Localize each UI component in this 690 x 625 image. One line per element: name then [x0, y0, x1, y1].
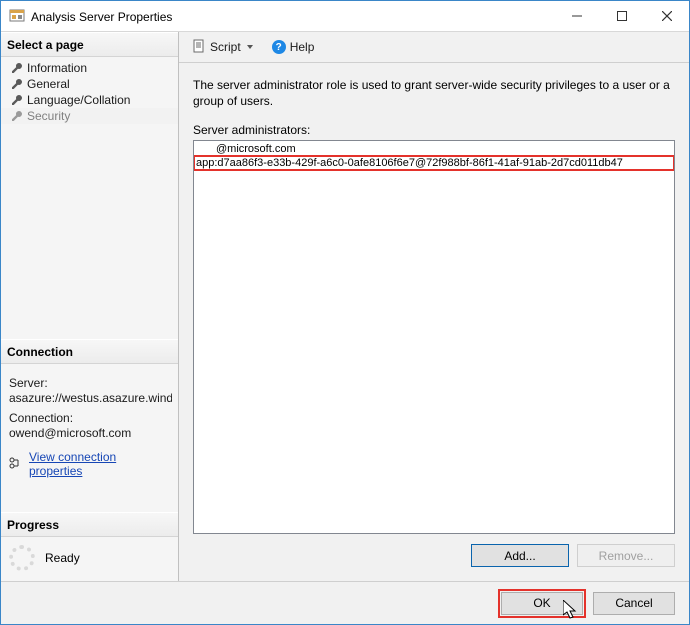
progress-status: Ready: [45, 551, 80, 565]
app-icon: [9, 8, 25, 24]
titlebar: Analysis Server Properties: [1, 1, 689, 32]
page-item-information[interactable]: Information: [1, 60, 178, 76]
right-pane: Script ? Help The server administrator r…: [179, 32, 689, 581]
page-item-label: Language/Collation: [27, 93, 130, 107]
left-pane: Select a page Information General Langua…: [1, 32, 179, 581]
help-label: Help: [290, 40, 315, 54]
help-button[interactable]: ? Help: [268, 38, 319, 56]
wrench-icon: [11, 62, 23, 74]
script-button[interactable]: Script: [187, 36, 258, 59]
dialog-window: Analysis Server Properties Select a page…: [0, 0, 690, 625]
page-item-label: General: [27, 77, 70, 91]
server-label: Server:: [9, 376, 172, 390]
view-connection-properties-link[interactable]: View connection properties: [29, 450, 172, 478]
page-item-general[interactable]: General: [1, 76, 178, 92]
help-icon: ?: [272, 40, 286, 54]
wrench-icon: [11, 94, 23, 106]
dialog-footer: OK Cancel: [1, 581, 689, 624]
connection-label: Connection:: [9, 411, 172, 425]
progress-section: Ready: [1, 537, 178, 581]
server-admins-label: Server administrators:: [193, 123, 675, 137]
page-item-language-collation[interactable]: Language/Collation: [1, 92, 178, 108]
progress-spinner-icon: [9, 545, 35, 571]
description-text: The server administrator role is used to…: [193, 77, 675, 109]
left-gap: [1, 486, 178, 512]
connection-section: Server: asazure://westus.asazure.windows…: [1, 364, 178, 486]
close-button[interactable]: [644, 1, 689, 31]
list-button-row: Add... Remove...: [193, 534, 675, 575]
page-item-label: Security: [27, 109, 70, 123]
select-page-header: Select a page: [1, 32, 178, 57]
add-button[interactable]: Add...: [471, 544, 569, 567]
script-label: Script: [210, 40, 241, 54]
left-spacer: [1, 132, 178, 339]
minimize-button[interactable]: [554, 1, 599, 31]
progress-header: Progress: [1, 512, 178, 537]
list-item[interactable]: @microsoft.com: [194, 142, 674, 156]
window-title: Analysis Server Properties: [31, 9, 554, 24]
server-admins-listbox[interactable]: @microsoft.com app:d7aa86f3-e33b-429f-a6…: [193, 140, 675, 534]
page-item-label: Information: [27, 61, 87, 75]
list-item[interactable]: app:d7aa86f3-e33b-429f-a6c0-0afe8106f6e7…: [194, 156, 674, 170]
page-item-security[interactable]: Security: [1, 108, 178, 124]
remove-button: Remove...: [577, 544, 675, 567]
connection-header: Connection: [1, 339, 178, 364]
view-connection-properties[interactable]: View connection properties: [9, 450, 172, 478]
ok-button[interactable]: OK: [501, 592, 583, 615]
maximize-button[interactable]: [599, 1, 644, 31]
connection-value: owend@microsoft.com: [9, 426, 172, 440]
script-icon: [192, 39, 206, 56]
page-list: Information General Language/Collation S…: [1, 57, 178, 132]
server-value: asazure://westus.asazure.windows: [9, 391, 172, 405]
dialog-body: Select a page Information General Langua…: [1, 32, 689, 581]
wrench-icon: [11, 78, 23, 90]
wrench-icon: [11, 110, 23, 122]
content-area: The server administrator role is used to…: [179, 63, 689, 581]
toolbar: Script ? Help: [179, 32, 689, 63]
connection-properties-icon: [9, 457, 23, 472]
chevron-down-icon: [247, 45, 253, 49]
cancel-button[interactable]: Cancel: [593, 592, 675, 615]
